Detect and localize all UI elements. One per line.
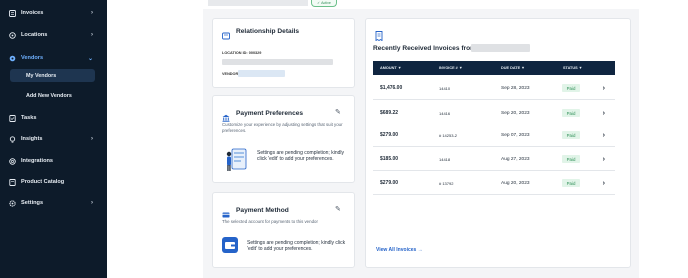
vendor-name-redacted (471, 44, 530, 52)
bank-icon (222, 109, 230, 122)
payment-preferences-title: Payment Preferences (236, 110, 304, 117)
invoice-amount: $1,476.00 (380, 85, 403, 91)
invoice-icon (9, 9, 16, 17)
gear-icon (9, 199, 16, 207)
sidebar-item-insights[interactable]: Insights › (0, 129, 107, 149)
recent-invoices-title: Recently Received Invoices from (373, 45, 476, 52)
column-header-invoice[interactable]: INVOICE # ▼ (439, 61, 463, 75)
location-icon (9, 31, 16, 39)
sidebar-item-label: Invoices (21, 10, 44, 16)
table-row[interactable]: $279.00 # 13792 Aug 20, 2023 Paid › (373, 171, 615, 195)
edit-pencil-icon[interactable]: ✎ (335, 205, 341, 213)
sidebar-item-locations[interactable]: Locations › (0, 25, 107, 45)
integrations-icon (9, 157, 16, 165)
status-badge: Paid (562, 131, 580, 139)
relationship-details-title: Relationship Details (236, 28, 300, 35)
sidebar-item-vendors[interactable]: Vendors ⌄ (0, 48, 107, 68)
chevron-right-icon: › (91, 10, 93, 16)
sidebar-item-label: Insights (21, 136, 43, 142)
chevron-right-icon[interactable]: › (603, 171, 605, 195)
invoice-due-date: Sep 07, 2023 (501, 132, 530, 138)
chevron-right-icon[interactable]: › (603, 76, 605, 100)
chevron-right-icon[interactable]: › (603, 101, 605, 125)
chevron-right-icon: › (91, 32, 93, 38)
chevron-right-icon[interactable]: › (603, 147, 605, 171)
invoice-amount: $279.00 (380, 132, 399, 138)
invoice-due-date: Aug 20, 2023 (501, 180, 530, 186)
sidebar-item-label: Settings (21, 200, 44, 206)
sidebar: Invoices › Locations › Vendors ⌄ My Vend… (0, 0, 107, 278)
invoice-amount: $279.00 (380, 180, 399, 186)
vendor-label: VENDOR: (222, 72, 240, 76)
invoice-number: # 13792 (439, 180, 454, 186)
sidebar-item-product-catalog[interactable]: Product Catalog (0, 172, 107, 192)
chevron-right-icon[interactable]: › (603, 123, 605, 147)
invoice-number: 14410 (439, 85, 451, 91)
edit-pencil-icon[interactable]: ✎ (335, 108, 341, 116)
invoice-number: 14418 (439, 156, 451, 162)
status-badge-label: Active (321, 1, 331, 5)
vendor-name-redacted (208, 0, 308, 6)
status-badge: Paid (562, 109, 580, 117)
status-badge: Paid (562, 155, 580, 163)
vendor-name-field-redacted (238, 70, 285, 77)
sidebar-item-tasks[interactable]: Tasks (0, 108, 107, 128)
sidebar-item-settings[interactable]: Settings › (0, 193, 107, 213)
column-header-amount[interactable]: AMOUNT ▼ (380, 61, 401, 75)
sidebar-subitem-add-new-vendors[interactable]: Add New Vendors (10, 89, 95, 102)
status-badge: Paid (562, 179, 580, 187)
column-header-due-date[interactable]: DUE DATE ▼ (501, 61, 525, 75)
invoice-due-date: Aug 27, 2023 (501, 156, 530, 162)
chevron-right-icon: › (91, 136, 93, 142)
check-icon: ✓ (317, 1, 321, 5)
payment-illustration-icon (224, 146, 248, 179)
location-id-label: LOCATION ID: 000329 (222, 51, 262, 55)
status-badge: ✓ Active (311, 0, 337, 7)
payment-method-note: Settings are pending completion; kindly … (247, 240, 346, 253)
table-row[interactable]: $279.00 # 14253-2 Sep 07, 2023 Paid › (373, 123, 615, 147)
receipt-icon (375, 28, 383, 42)
column-header-status[interactable]: STATUS ▼ (563, 61, 582, 75)
payment-preferences-description: Customize your experience by adjusting s… (222, 122, 343, 133)
tasks-icon (9, 114, 16, 122)
sidebar-item-label: Tasks (21, 115, 37, 121)
invoice-number: # 14253-2 (439, 132, 458, 138)
sidebar-item-label: Locations (21, 32, 48, 38)
table-row[interactable]: $1,476.00 14410 Sep 28, 2023 Paid › (373, 76, 615, 100)
invoice-amount: $185.00 (380, 156, 399, 162)
view-all-invoices-link[interactable]: View All Invoices → (376, 247, 423, 253)
sidebar-item-label: Product Catalog (21, 179, 65, 185)
status-badge: Paid (562, 84, 580, 92)
payment-preferences-note: Settings are pending completion; kindly … (257, 150, 344, 163)
credit-card-icon (222, 206, 230, 218)
sidebar-item-label: Vendors (21, 55, 44, 61)
invoice-due-date: Sep 28, 2023 (501, 85, 530, 91)
invoice-number: 14416 (439, 110, 451, 116)
sidebar-item-invoices[interactable]: Invoices › (0, 3, 107, 23)
table-row[interactable]: $689.22 14416 Sep 20, 2023 Paid › (373, 101, 615, 125)
invoice-amount: $689.22 (380, 110, 399, 116)
chevron-down-icon: ⌄ (87, 55, 93, 62)
sidebar-item-label: Integrations (21, 158, 54, 164)
location-address-redacted (222, 59, 333, 65)
table-row[interactable]: $185.00 14418 Aug 27, 2023 Paid › (373, 147, 615, 171)
payment-method-description: The selected account for payments to thi… (222, 219, 318, 224)
wallet-icon (222, 237, 238, 258)
vendor-icon (9, 55, 16, 62)
invoice-due-date: Sep 20, 2023 (501, 110, 530, 116)
insights-icon (9, 135, 16, 143)
catalog-icon (9, 178, 16, 186)
sidebar-item-integrations[interactable]: Integrations (0, 151, 107, 171)
id-card-icon (222, 27, 230, 40)
payment-method-title: Payment Method (236, 207, 289, 214)
sidebar-subitem-my-vendors[interactable]: My Vendors (10, 69, 95, 82)
chevron-right-icon: › (91, 200, 93, 206)
invoice-table-header: AMOUNT ▼ INVOICE # ▼ DUE DATE ▼ STATUS ▼ (373, 61, 615, 75)
